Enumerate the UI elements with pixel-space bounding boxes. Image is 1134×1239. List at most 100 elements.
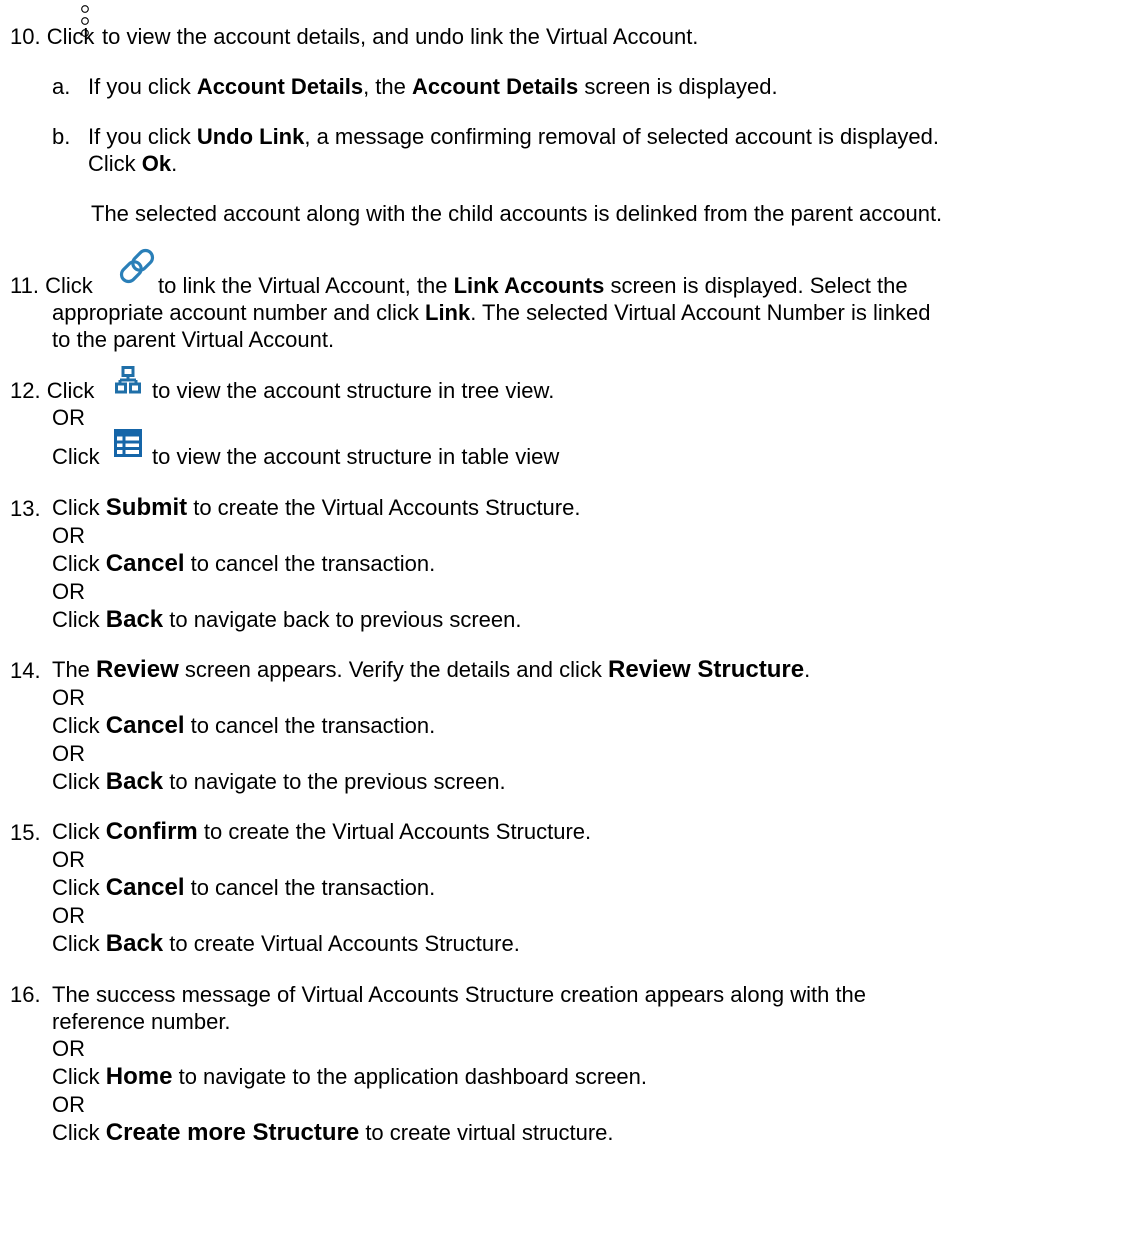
kebab-vertical-icon bbox=[81, 5, 89, 37]
step-10-rest: to view the account details, and undo li… bbox=[102, 24, 699, 49]
step-number: 10. bbox=[10, 24, 41, 49]
or-text: OR bbox=[52, 405, 85, 430]
bold-text: Review Structure bbox=[607, 656, 805, 683]
step-14-line1: The Review screen appears. Verify the de… bbox=[52, 656, 810, 684]
text: Click bbox=[52, 931, 106, 956]
step-text: Click bbox=[46, 378, 95, 403]
bold-text: Back bbox=[105, 768, 164, 795]
step-number: 12. bbox=[10, 378, 41, 403]
text: screen is displayed. bbox=[578, 74, 778, 99]
text: to create the Virtual Accounts Structure… bbox=[187, 495, 581, 520]
step-12-text1: to view the account structure in tree vi… bbox=[152, 378, 555, 403]
tree-view-icon bbox=[115, 366, 141, 394]
text: to create Virtual Accounts Structure. bbox=[163, 931, 520, 956]
table-view-icon bbox=[114, 429, 142, 457]
step-15: 15. bbox=[10, 820, 41, 846]
bold-text: Undo Link bbox=[196, 124, 305, 149]
step-11-text: to link the Virtual Account, the Link Ac… bbox=[158, 273, 908, 299]
text: appropriate account number and click bbox=[52, 300, 425, 325]
step-16-line3: Click Home to navigate to the applicatio… bbox=[52, 1063, 647, 1091]
text: to link the Virtual Account, the bbox=[158, 273, 454, 298]
text: screen appears. Verify the details and c… bbox=[178, 657, 608, 682]
step-text: Click bbox=[45, 273, 93, 298]
text: Click bbox=[52, 551, 106, 576]
text: to navigate back to previous screen. bbox=[163, 607, 522, 632]
step-14: 14. bbox=[10, 658, 41, 684]
bold-text: Link Accounts bbox=[453, 273, 605, 298]
bold-text: Cancel bbox=[105, 550, 185, 577]
step-13: 13. bbox=[10, 496, 41, 522]
text: to cancel the transaction. bbox=[184, 713, 436, 738]
or-text: OR bbox=[52, 1092, 85, 1117]
bold-text: Create more Structure bbox=[105, 1119, 360, 1146]
step-11-line3: to the parent Virtual Account. bbox=[52, 327, 335, 352]
or-text: OR bbox=[52, 1036, 85, 1061]
step-11-line2: appropriate account number and click Lin… bbox=[52, 300, 930, 326]
step-16-line2: reference number. bbox=[52, 1009, 231, 1034]
step-11: 11. Click bbox=[10, 273, 93, 299]
step-number: 14. bbox=[10, 658, 41, 683]
or-text: OR bbox=[52, 579, 85, 604]
text: to navigate to the application dashboard… bbox=[172, 1064, 648, 1089]
step-number: 16. bbox=[10, 982, 41, 1007]
step-12-click2: Click bbox=[52, 444, 100, 469]
step-10b-text-line2: Click Ok. bbox=[88, 151, 177, 177]
step-10b: b. bbox=[52, 124, 70, 150]
text: to cancel the transaction. bbox=[184, 551, 436, 576]
step-16: 16. bbox=[10, 982, 41, 1008]
text: to create the Virtual Accounts Structure… bbox=[197, 819, 592, 844]
text: Click bbox=[52, 875, 106, 900]
text: If you click bbox=[88, 74, 197, 99]
step-10a-text: If you click Account Details, the Accoun… bbox=[88, 74, 778, 100]
or-text: OR bbox=[52, 741, 85, 766]
text: screen is displayed. Select the bbox=[604, 273, 908, 298]
text: Click bbox=[52, 607, 106, 632]
text: to navigate to the previous screen. bbox=[163, 769, 506, 794]
link-icon-ring bbox=[131, 248, 155, 272]
list-marker: a. bbox=[52, 74, 71, 99]
list-marker: b. bbox=[52, 124, 71, 149]
step-10-note: The selected account along with the chil… bbox=[91, 201, 943, 226]
kebab-dot bbox=[81, 5, 89, 13]
text: to cancel the transaction. bbox=[184, 875, 436, 900]
text: Click bbox=[52, 769, 106, 794]
bold-text: Review bbox=[96, 656, 179, 683]
bold-text: Submit bbox=[105, 494, 188, 521]
or-text: OR bbox=[52, 685, 85, 710]
step-number: 15. bbox=[10, 820, 41, 845]
text: . bbox=[171, 151, 178, 176]
bold-text: Back bbox=[105, 930, 164, 957]
kebab-dot bbox=[81, 29, 89, 37]
step-16-line1: The success message of Virtual Accounts … bbox=[52, 982, 867, 1007]
text: If you click bbox=[88, 124, 197, 149]
step-16-line4: Click Create more Structure to create vi… bbox=[52, 1119, 614, 1147]
link-icon bbox=[119, 248, 155, 284]
text: The bbox=[52, 657, 97, 682]
step-15-line1: Click Confirm to create the Virtual Acco… bbox=[52, 818, 591, 846]
bold-text: Account Details bbox=[196, 74, 364, 99]
step-15-line3: Click Back to create Virtual Accounts St… bbox=[52, 930, 520, 958]
step-13-line2: Click Cancel to cancel the transaction. bbox=[52, 550, 435, 578]
text: Click bbox=[88, 151, 142, 176]
step-10a: a. bbox=[52, 74, 70, 100]
step-number: 13. bbox=[10, 496, 41, 521]
text: Click bbox=[52, 819, 106, 844]
bold-text: Link bbox=[425, 300, 471, 325]
step-13-line3: Click Back to navigate back to previous … bbox=[52, 606, 521, 634]
text: . The selected Virtual Account Number is… bbox=[470, 300, 931, 325]
step-12-text2: to view the account structure in table v… bbox=[152, 444, 560, 469]
text: , a message confirming removal of select… bbox=[304, 124, 940, 149]
step-15-line2: Click Cancel to cancel the transaction. bbox=[52, 874, 435, 902]
bold-text: Cancel bbox=[105, 712, 185, 739]
bold-text: Cancel bbox=[105, 874, 185, 901]
kebab-dot bbox=[81, 17, 89, 25]
text: Click bbox=[52, 713, 106, 738]
bold-text: Ok bbox=[141, 151, 172, 176]
bold-text: Confirm bbox=[105, 818, 198, 845]
step-10b-text: If you click Undo Link, a message confir… bbox=[88, 124, 939, 150]
text: Click bbox=[52, 1064, 106, 1089]
step-12: 12. Click bbox=[10, 378, 94, 404]
or-text: OR bbox=[52, 847, 85, 872]
or-text: OR bbox=[52, 903, 85, 928]
text: to create virtual structure. bbox=[359, 1120, 614, 1145]
